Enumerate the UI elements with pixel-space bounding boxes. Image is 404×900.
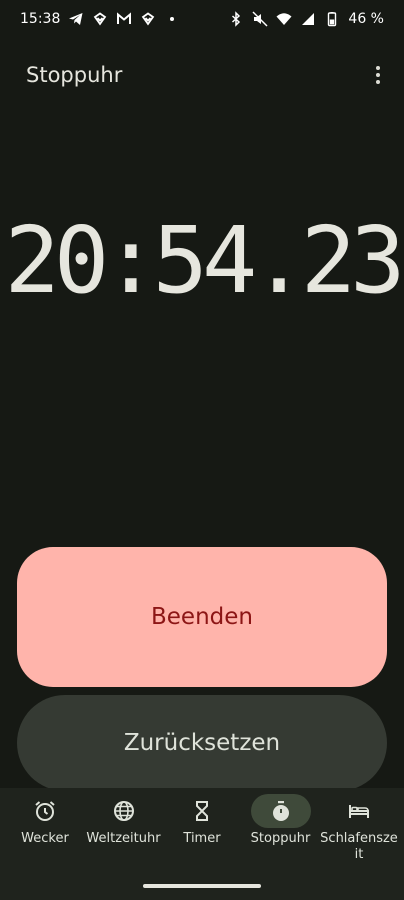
nav-item-weltzeituhr[interactable]: Weltzeituhr: [85, 794, 163, 863]
reset-button[interactable]: Zurücksetzen: [17, 695, 387, 791]
gmail-icon: [116, 11, 132, 27]
status-bar-left: 15:38: [20, 11, 175, 27]
page-title: Stoppuhr: [26, 63, 123, 87]
battery-icon: [324, 11, 340, 27]
alarm-icon: [15, 794, 75, 828]
elapsed-time: 20:54.23: [4, 206, 404, 314]
more-options-icon[interactable]: [366, 63, 390, 87]
nav-item-timer[interactable]: Timer: [163, 794, 241, 863]
nav-label: Weltzeituhr: [86, 831, 161, 846]
heart-app-icon: [140, 11, 156, 27]
stopwatch-screen: 15:38 46 % Stoppuhr 20:54.23 Beenden Zur…: [0, 0, 404, 900]
notification-dot-icon: [170, 17, 175, 21]
bluetooth-icon: [228, 11, 244, 27]
bed-icon: [329, 794, 389, 828]
app-bar: Stoppuhr: [0, 52, 404, 98]
nav-label: Schlafenszeit: [320, 831, 398, 862]
globe-icon: [94, 794, 154, 828]
nav-label: Wecker: [21, 831, 69, 846]
heart-app-icon: [92, 11, 108, 27]
home-indicator[interactable]: [143, 884, 261, 888]
nav-item-wecker[interactable]: Wecker: [6, 794, 84, 863]
nav-label: Stoppuhr: [250, 831, 311, 846]
battery-percentage: 46 %: [348, 11, 384, 27]
nav-label: Timer: [183, 831, 221, 846]
signal-icon: [300, 11, 316, 27]
status-time: 15:38: [20, 11, 61, 27]
stopwatch-icon: [250, 794, 311, 828]
status-bar-right: 46 %: [228, 11, 384, 27]
nav-item-stoppuhr[interactable]: Stoppuhr: [242, 794, 320, 863]
mute-icon: [252, 11, 268, 27]
wifi-icon: [276, 11, 292, 27]
nav-item-schlafenszeit[interactable]: Schlafenszeit: [320, 794, 398, 863]
telegram-icon: [68, 11, 84, 27]
stop-button[interactable]: Beenden: [17, 547, 387, 687]
status-bar: 15:38 46 %: [0, 0, 404, 38]
hourglass-icon: [172, 794, 232, 828]
